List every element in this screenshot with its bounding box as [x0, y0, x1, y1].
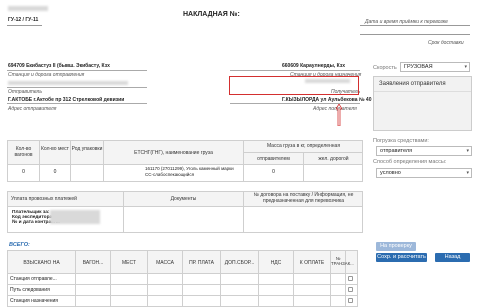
form-code: ГУ-12 / ГУ-11	[8, 17, 39, 23]
cargo-description: 161170 (27011299), Уголь каменный марки …	[145, 166, 234, 177]
blurred-payment-info	[50, 210, 100, 224]
sender-statement-box[interactable]: Заявления отправителя	[373, 76, 472, 131]
col-cargo-name: ЕТСНГ(ГНГ), наименование груза	[134, 150, 213, 156]
col-to-pay: К ОПЛАТЕ	[299, 260, 325, 266]
col-mass-sender: отправителем	[257, 156, 290, 162]
highlight-box	[229, 76, 359, 95]
highlight-arrow-icon	[335, 103, 343, 127]
mass-method-value: условно	[380, 170, 401, 176]
totals-title: ВСЕГО:	[9, 242, 30, 248]
chevron-down-icon: ▾	[466, 170, 469, 176]
receiver-address-label: Адрес получателя	[313, 106, 357, 112]
transport-label: Погрузка средствами:	[373, 138, 429, 144]
blurred-sender-info	[8, 81, 128, 85]
col-mass: Масса груза в кг, определенная	[266, 143, 341, 149]
sender-address-label: Адрес отправителя	[8, 106, 57, 112]
save-calculate-button[interactable]: Сохр. и рассчитать	[376, 253, 427, 262]
cargo-wagons: 0	[22, 169, 25, 175]
col-extra-fee: ДОП.СБОР...	[224, 260, 255, 266]
departure-station: 694709 Екибастуз II (бывш. Экибасту, Кзх	[8, 63, 110, 69]
col-mass-total: МАССА	[156, 260, 174, 266]
chevron-down-icon: ▾	[466, 148, 469, 154]
transport-value: отправителя	[380, 148, 413, 154]
speed-value: ГРУЗОВАЯ	[404, 64, 433, 70]
documents-header: Документы	[170, 196, 197, 202]
sender-label: Отправитель	[8, 89, 42, 95]
cargo-mass-sender: 0	[272, 169, 275, 175]
col-packaging: Род упаковки	[71, 146, 103, 152]
back-button[interactable]: Назад	[435, 253, 470, 262]
row-departure-station: Станция отправле...	[10, 276, 57, 282]
col-collected-at: ВЗЫСКАНО НА	[23, 260, 60, 266]
cargo-places: 0	[53, 169, 57, 175]
delivery-term-label: Срок доставки	[428, 40, 464, 46]
col-places: Кол-во мест	[41, 146, 69, 152]
col-mass-rail: жел. дорогой	[318, 156, 349, 162]
payments-header: Уплата провозных платежей	[11, 196, 77, 202]
departure-station-label: Станция и дорога отправления	[8, 72, 85, 78]
contract-header: № договора на поставку / Информация, не …	[253, 192, 354, 204]
col-wagons: Кол-во вагонов	[14, 146, 33, 158]
document-title: НАКЛАДНАЯ №:	[183, 11, 240, 18]
transport-select[interactable]: отправителя ▾	[376, 146, 472, 156]
col-wagons-total: ВАГОН...	[82, 260, 104, 266]
col-vat: НДС	[270, 260, 282, 266]
row-checkbox[interactable]	[348, 287, 353, 292]
sender-statement-title: Заявления отправителя	[374, 77, 471, 92]
check-button[interactable]: На проверку	[376, 242, 416, 251]
row-destination-station: Станция назначения	[10, 298, 58, 304]
destination-station: 660609 Караулнерды, Кзх	[282, 63, 346, 69]
col-transaction: № ТРАНЗАК...	[331, 256, 354, 266]
row-checkbox[interactable]	[348, 276, 353, 281]
row-checkbox[interactable]	[348, 298, 353, 303]
col-freight: ПР. ПЛАТА	[189, 260, 214, 266]
row-route: Путь следования	[10, 287, 50, 293]
col-places-total: МЕСТ	[122, 260, 136, 266]
chevron-down-icon: ▾	[464, 64, 467, 70]
mass-method-select[interactable]: условно ▾	[376, 168, 472, 178]
speed-label: Скорость	[373, 65, 397, 71]
speed-select[interactable]: ГРУЗОВАЯ ▾	[400, 62, 470, 72]
blurred-header-text	[8, 6, 48, 11]
mass-method-label: Способ определения массы:	[373, 159, 447, 165]
